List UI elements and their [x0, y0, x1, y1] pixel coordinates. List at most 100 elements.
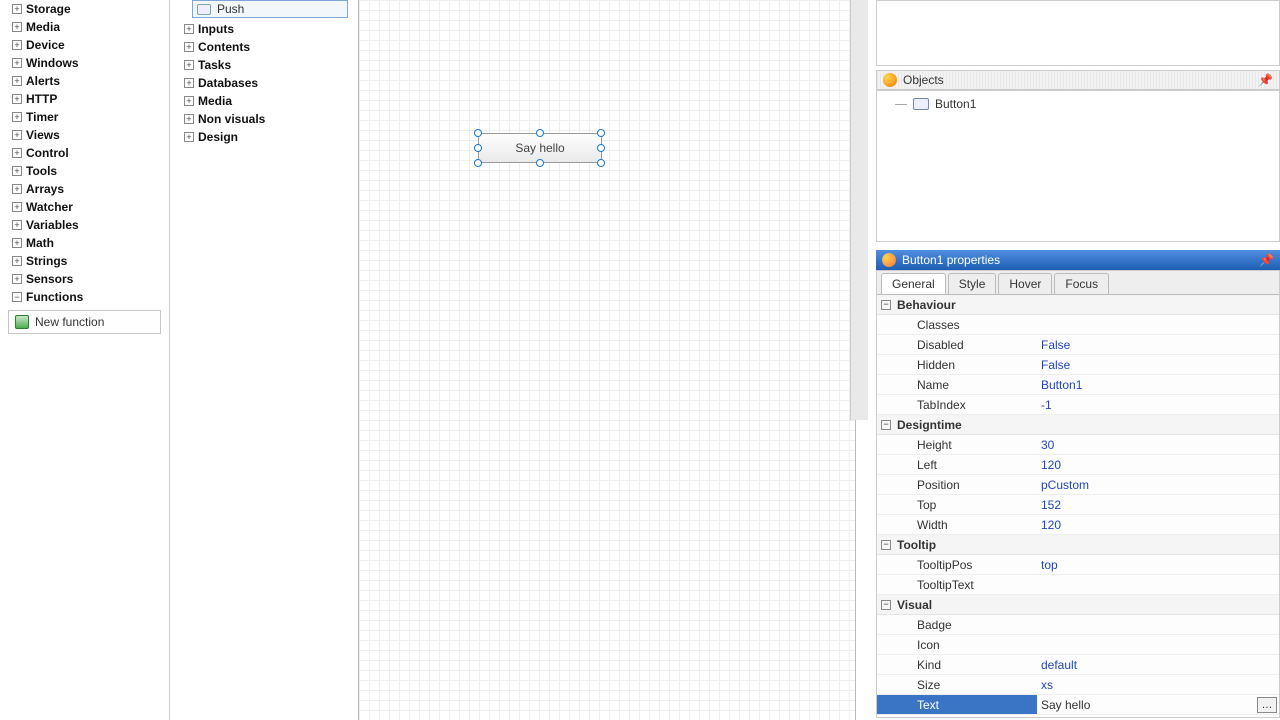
properties-tab-hover[interactable]: Hover — [998, 273, 1052, 294]
property-value[interactable]: False — [1037, 355, 1279, 374]
property-value[interactable]: xs — [1037, 675, 1279, 694]
left-tree-item[interactable]: +Tools — [0, 162, 169, 180]
component-category[interactable]: +Inputs — [178, 20, 348, 38]
property-group[interactable]: −Tooltip — [877, 535, 1279, 555]
property-value[interactable]: -1 — [1037, 395, 1279, 414]
component-category[interactable]: +Non visuals — [178, 110, 348, 128]
properties-tab-focus[interactable]: Focus — [1054, 273, 1109, 294]
property-value[interactable]: pCustom — [1037, 475, 1279, 494]
object-item[interactable]: Button1 — [885, 97, 1271, 111]
properties-header[interactable]: Button1 properties 📌 — [876, 250, 1280, 270]
property-value[interactable]: 152 — [1037, 495, 1279, 514]
property-row[interactable]: TextSay hello… — [877, 695, 1279, 715]
property-row[interactable]: Classes — [877, 315, 1279, 335]
expand-icon[interactable]: + — [184, 42, 194, 52]
left-tree-item[interactable]: +Variables — [0, 216, 169, 234]
collapse-icon[interactable]: − — [12, 292, 22, 302]
left-tree-item[interactable]: +Storage — [0, 0, 169, 18]
property-row[interactable]: PositionpCustom — [877, 475, 1279, 495]
component-category[interactable]: +Tasks — [178, 56, 348, 74]
left-tree-item[interactable]: +Strings — [0, 252, 169, 270]
expand-icon[interactable]: + — [12, 274, 22, 284]
property-row[interactable]: Icon — [877, 635, 1279, 655]
property-value[interactable]: default — [1037, 655, 1279, 674]
left-tree-item[interactable]: +Timer — [0, 108, 169, 126]
left-tree-item[interactable]: +Device — [0, 36, 169, 54]
expand-icon[interactable]: + — [12, 94, 22, 104]
left-tree-item[interactable]: +HTTP — [0, 90, 169, 108]
expand-icon[interactable]: + — [12, 40, 22, 50]
expand-icon[interactable]: + — [12, 202, 22, 212]
property-value[interactable]: Say hello… — [1037, 695, 1279, 714]
property-row[interactable]: DisabledFalse — [877, 335, 1279, 355]
property-value[interactable]: 120 — [1037, 455, 1279, 474]
property-value[interactable] — [1037, 315, 1279, 334]
property-row[interactable]: Sizexs — [877, 675, 1279, 695]
property-value[interactable] — [1037, 575, 1279, 594]
left-tree-item[interactable]: −Functions — [0, 288, 169, 306]
property-row[interactable]: Top152 — [877, 495, 1279, 515]
property-row[interactable]: TooltipPostop — [877, 555, 1279, 575]
expand-icon[interactable]: + — [12, 112, 22, 122]
left-tree-item[interactable]: +Control — [0, 144, 169, 162]
left-tree-item[interactable]: +Arrays — [0, 180, 169, 198]
property-value[interactable]: top — [1037, 555, 1279, 574]
pin-icon[interactable]: 📌 — [1259, 253, 1274, 267]
left-tree-item[interactable]: +Alerts — [0, 72, 169, 90]
expand-icon[interactable]: + — [184, 24, 194, 34]
properties-tab-style[interactable]: Style — [948, 273, 997, 294]
expand-icon[interactable]: + — [12, 4, 22, 14]
left-tree-item[interactable]: +Math — [0, 234, 169, 252]
property-value[interactable]: 120 — [1037, 515, 1279, 534]
expand-icon[interactable]: + — [12, 256, 22, 266]
property-row[interactable]: TooltipText — [877, 575, 1279, 595]
component-category[interactable]: +Design — [178, 128, 348, 146]
property-value[interactable] — [1037, 615, 1279, 634]
property-group[interactable]: −Behaviour — [877, 295, 1279, 315]
properties-tab-general[interactable]: General — [881, 273, 946, 294]
design-canvas[interactable] — [358, 0, 856, 720]
new-function-button[interactable]: New function — [8, 310, 161, 334]
property-row[interactable]: NameButton1 — [877, 375, 1279, 395]
collapse-icon[interactable]: − — [881, 600, 891, 610]
property-value[interactable]: False — [1037, 335, 1279, 354]
property-value[interactable] — [1037, 635, 1279, 654]
expand-icon[interactable]: + — [12, 148, 22, 158]
left-tree-item[interactable]: +Windows — [0, 54, 169, 72]
property-row[interactable]: Width120 — [877, 515, 1279, 535]
expand-icon[interactable]: + — [12, 76, 22, 86]
property-value[interactable]: Button1 — [1037, 375, 1279, 394]
expand-icon[interactable]: + — [184, 114, 194, 124]
expand-icon[interactable]: + — [12, 130, 22, 140]
ellipsis-button[interactable]: … — [1257, 697, 1277, 713]
property-row[interactable]: HiddenFalse — [877, 355, 1279, 375]
expand-icon[interactable]: + — [12, 184, 22, 194]
property-value[interactable]: 30 — [1037, 435, 1279, 454]
component-category[interactable]: +Media — [178, 92, 348, 110]
pin-icon[interactable]: 📌 — [1258, 73, 1273, 87]
expand-icon[interactable]: + — [184, 78, 194, 88]
expand-icon[interactable]: + — [12, 166, 22, 176]
left-tree-item[interactable]: +Sensors — [0, 270, 169, 288]
property-group[interactable]: −Designtime — [877, 415, 1279, 435]
expand-icon[interactable]: + — [184, 96, 194, 106]
expand-icon[interactable]: + — [184, 132, 194, 142]
collapse-icon[interactable]: − — [881, 540, 891, 550]
property-row[interactable]: Height30 — [877, 435, 1279, 455]
canvas-scrollbar[interactable] — [850, 0, 868, 420]
expand-icon[interactable]: + — [12, 220, 22, 230]
property-row[interactable]: Kinddefault — [877, 655, 1279, 675]
component-push[interactable]: Push — [192, 0, 348, 18]
expand-icon[interactable]: + — [12, 238, 22, 248]
property-row[interactable]: Badge — [877, 615, 1279, 635]
component-category[interactable]: +Contents — [178, 38, 348, 56]
property-row[interactable]: Left120 — [877, 455, 1279, 475]
expand-icon[interactable]: + — [184, 60, 194, 70]
expand-icon[interactable]: + — [12, 58, 22, 68]
left-tree-item[interactable]: +Views — [0, 126, 169, 144]
collapse-icon[interactable]: − — [881, 300, 891, 310]
objects-header[interactable]: Objects 📌 — [876, 70, 1280, 90]
collapse-icon[interactable]: − — [881, 420, 891, 430]
expand-icon[interactable]: + — [12, 22, 22, 32]
left-tree-item[interactable]: +Media — [0, 18, 169, 36]
